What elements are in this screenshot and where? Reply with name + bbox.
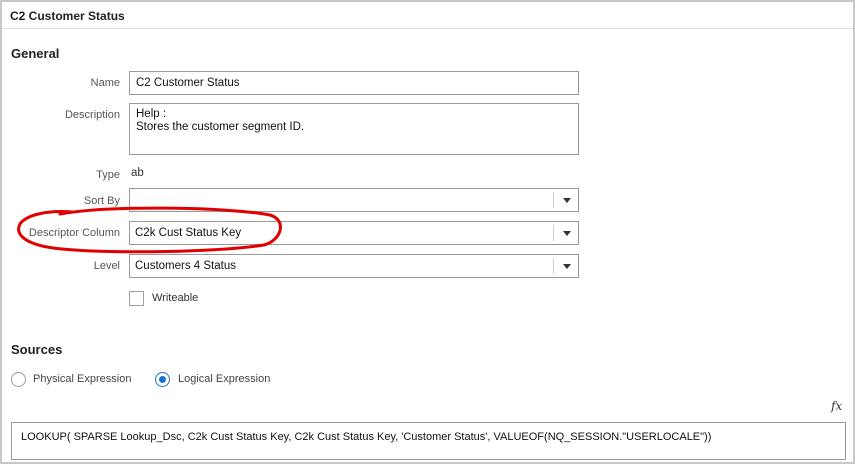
select-divider — [553, 192, 554, 208]
dialog-frame: C2 Customer Status General Name C2 Custo… — [0, 0, 855, 464]
name-label: Name — [90, 77, 120, 89]
select-divider — [553, 225, 554, 241]
writeable-label: Writeable — [152, 292, 199, 304]
physical-expression-radio[interactable] — [11, 372, 26, 387]
chevron-down-icon[interactable] — [563, 198, 571, 203]
writeable-checkbox[interactable] — [129, 291, 144, 306]
select-divider — [553, 258, 554, 274]
dialog-title: C2 Customer Status — [10, 9, 125, 23]
chevron-down-icon[interactable] — [563, 264, 571, 269]
fx-icon[interactable]: fx — [831, 399, 842, 413]
type-value: ab — [131, 167, 144, 179]
title-bar: C2 Customer Status — [2, 2, 853, 29]
type-label: Type — [96, 169, 120, 181]
description-textarea[interactable]: Help : Stores the customer segment ID. — [129, 103, 579, 155]
descriptor-column-value: C2k Cust Status Key — [135, 227, 242, 239]
sort-by-label: Sort By — [83, 195, 120, 207]
description-label: Description — [64, 109, 120, 121]
sort-by-select[interactable] — [129, 188, 579, 212]
name-input[interactable]: C2 Customer Status — [129, 71, 579, 95]
general-heading: General — [11, 46, 60, 61]
description-line: Help : — [136, 108, 167, 120]
logical-expression-radio[interactable] — [155, 372, 170, 387]
chevron-down-icon[interactable] — [563, 231, 571, 236]
level-label: Level — [93, 260, 120, 272]
level-value: Customers 4 Status — [135, 260, 236, 272]
expression-editor[interactable]: LOOKUP( SPARSE Lookup_Dsc, C2k Cust Stat… — [11, 422, 846, 460]
sources-heading: Sources — [11, 342, 63, 357]
descriptor-column-select[interactable]: C2k Cust Status Key — [129, 221, 579, 245]
description-line: Stores the customer segment ID. — [136, 121, 305, 133]
descriptor-column-label: Descriptor Column — [28, 227, 120, 239]
level-select[interactable]: Customers 4 Status — [129, 254, 579, 278]
physical-expression-label: Physical Expression — [33, 373, 132, 385]
logical-expression-label: Logical Expression — [178, 373, 271, 385]
